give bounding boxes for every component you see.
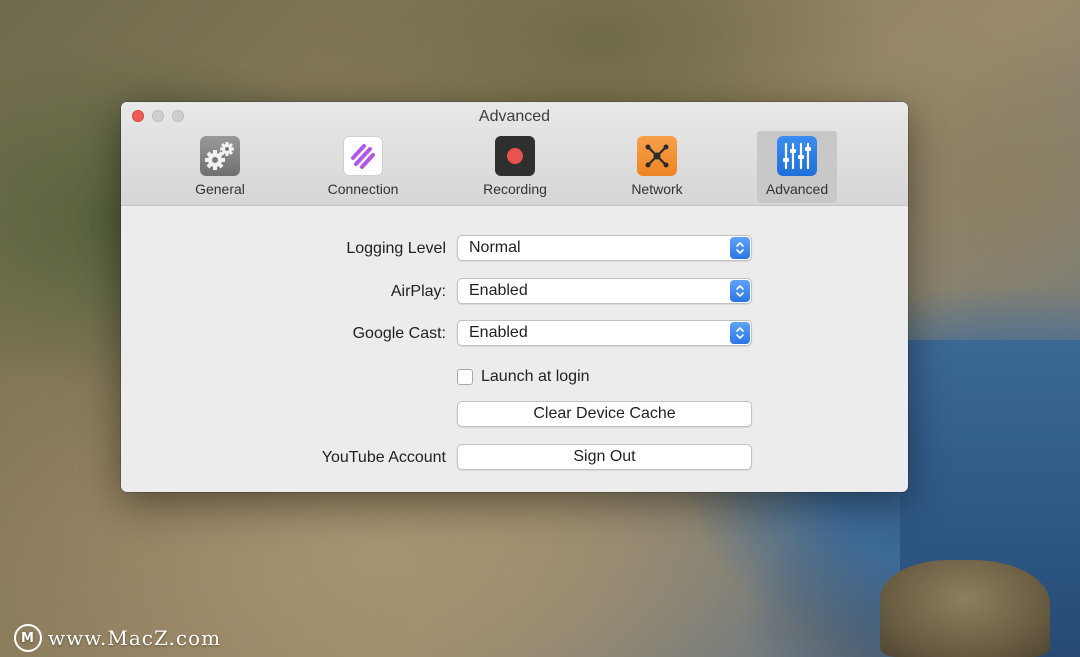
preferences-window: Advanced General Connection Recording Ne…: [121, 102, 908, 492]
tab-network-label: Network: [631, 181, 683, 197]
watermark: M www.MacZ.com: [14, 624, 221, 652]
launch-at-login-checkbox[interactable]: [457, 369, 473, 385]
tab-advanced-label: Advanced: [765, 181, 829, 197]
updown-arrows-icon: [730, 280, 750, 302]
connection-stripes-icon: [343, 136, 383, 176]
window-title: Advanced: [478, 108, 551, 125]
logging-level-value: Normal: [469, 239, 521, 256]
google-cast-value: Enabled: [469, 324, 528, 341]
tab-recording-label: Recording: [483, 181, 547, 197]
sliders-icon: [777, 136, 817, 176]
tab-network[interactable]: Network: [617, 131, 697, 203]
preferences-toolbar: General Connection Recording Network Adv…: [121, 131, 908, 205]
advanced-settings-panel: Logging Level Normal AirPlay: Enabled Go…: [121, 206, 908, 492]
watermark-text: www.MacZ.com: [48, 626, 222, 650]
title-bar: Advanced General Connection Recording Ne…: [121, 102, 908, 206]
sign-out-button[interactable]: Sign Out: [457, 444, 752, 470]
tab-general[interactable]: General: [180, 131, 260, 203]
wallpaper-rock: [880, 560, 1050, 657]
google-cast-popup[interactable]: Enabled: [457, 320, 752, 346]
airplay-popup[interactable]: Enabled: [457, 278, 752, 304]
logging-level-popup[interactable]: Normal: [457, 235, 752, 261]
network-nodes-icon: [637, 136, 677, 176]
tab-general-label: General: [195, 181, 245, 197]
launch-at-login-row[interactable]: Launch at login: [457, 368, 590, 386]
airplay-label: AirPlay:: [390, 283, 446, 300]
tab-connection[interactable]: Connection: [323, 131, 403, 203]
macz-logo-icon: M: [14, 624, 42, 652]
launch-at-login-label: Launch at login: [481, 368, 590, 385]
youtube-account-label: YouTube Account: [321, 449, 446, 466]
tab-connection-label: Connection: [327, 181, 399, 197]
clear-device-cache-button[interactable]: Clear Device Cache: [457, 401, 752, 427]
record-icon: [495, 136, 535, 176]
airplay-value: Enabled: [469, 282, 528, 299]
updown-arrows-icon: [730, 322, 750, 344]
google-cast-label: Google Cast:: [352, 325, 446, 342]
logging-level-label: Logging Level: [346, 240, 446, 257]
tab-advanced[interactable]: Advanced: [757, 131, 837, 203]
tab-recording[interactable]: Recording: [475, 131, 555, 203]
gears-icon: [200, 136, 240, 176]
updown-arrows-icon: [730, 237, 750, 259]
